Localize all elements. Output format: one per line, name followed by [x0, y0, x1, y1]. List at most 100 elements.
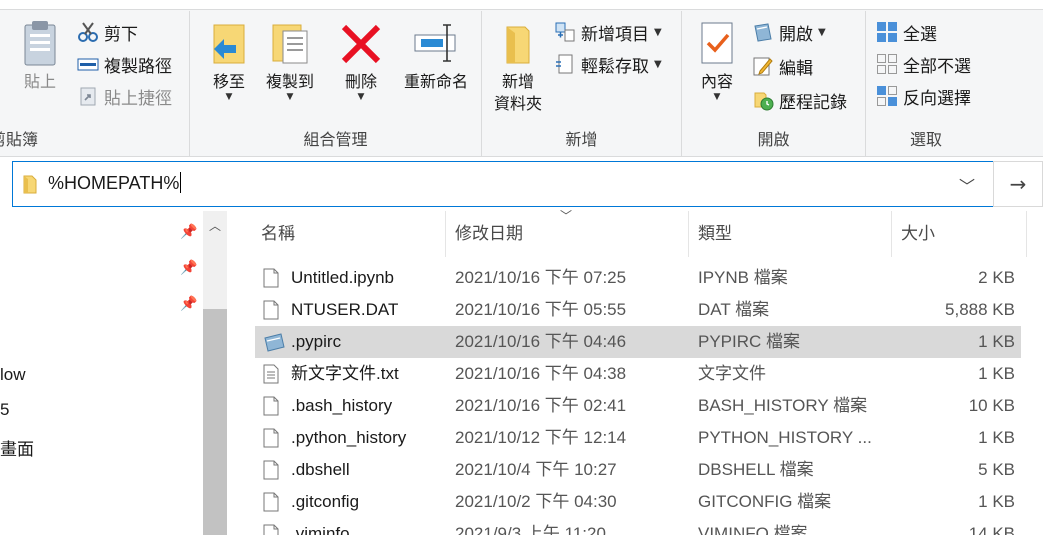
address-bar[interactable]: %HOMEPATH% ﹀ [12, 161, 993, 207]
file-icon [263, 492, 279, 512]
group-clipboard: 貼上 剪下 複製路徑 貼上捷徑 貼簿 [0, 11, 190, 156]
table-row[interactable]: .dbshell 2021/10/4 下午 10:27 DBSHELL 檔案 5 KB [255, 454, 1021, 486]
file-modified-date: 2021/10/4 下午 10:27 [455, 460, 617, 479]
file-modified-date: 2021/9/3 上午 11:20 [455, 524, 606, 535]
group-label-clipboard: 剪貼簿 [0, 130, 39, 149]
column-header-date[interactable]: 修改日期 [455, 211, 685, 257]
file-icon [263, 460, 279, 480]
go-button[interactable]: → [993, 161, 1043, 207]
table-row[interactable]: 新文字文件.txt 2021/10/16 下午 04:38 文字文件 1 KB [255, 358, 1021, 390]
column-header-type[interactable]: 類型 [698, 211, 888, 257]
copy-to-button[interactable]: 複製到 ▼ [260, 19, 320, 102]
copy-path-icon [77, 53, 99, 75]
invert-selection-button[interactable]: 反向選擇 [876, 83, 971, 109]
file-type: IPYNB 檔案 [698, 268, 788, 287]
file-icon [263, 524, 279, 535]
group-label-new: 新增 [565, 130, 598, 149]
open-label: 開啟 [779, 24, 813, 45]
column-separator[interactable] [688, 211, 689, 257]
file-modified-date: 2021/10/16 下午 07:25 [455, 268, 627, 287]
history-button[interactable]: 歷程記錄 [752, 87, 847, 113]
copy-path-button[interactable]: 複製路徑 [77, 51, 172, 77]
delete-button[interactable]: 刪除 ▼ [336, 19, 386, 102]
file-name: .dbshell [291, 460, 350, 479]
file-name: Untitled.ipynb [291, 268, 395, 287]
table-row[interactable]: .pypirc 2021/10/16 下午 04:46 PYPIRC 檔案 1 KB [255, 326, 1021, 358]
table-row[interactable]: .python_history 2021/10/12 下午 12:14 PYTHON… [255, 422, 1021, 454]
copy-to-dropdown-icon: ▼ [286, 92, 294, 102]
easy-access-button[interactable]: 輕鬆存取 ▼ [554, 51, 662, 77]
move-to-button[interactable]: 移至 ▼ [204, 19, 254, 102]
history-label: 歷程記錄 [779, 92, 847, 113]
select-all-button[interactable]: 全選 [876, 19, 937, 45]
new-folder-button[interactable]: 新增 資料夾 [488, 19, 548, 115]
file-name: 新文字文件.txt [291, 364, 399, 383]
pin-icon[interactable]: 📌 [180, 260, 197, 276]
file-type: PYPIRC 檔案 [698, 332, 801, 351]
chevron-up-icon[interactable]: ︿ [203, 217, 227, 234]
table-row[interactable]: .viminfo 2021/9/3 上午 11:20 VIMINFO 檔案 14 KB [255, 518, 1021, 535]
folder-icon [23, 175, 37, 194]
table-row[interactable]: .bash_history 2021/10/16 下午 02:41 BASH_HIS… [255, 390, 1021, 422]
new-item-label: 新增項目 [581, 24, 649, 45]
easy-access-label: 輕鬆存取 [581, 56, 649, 77]
select-all-icon [876, 21, 898, 43]
table-row[interactable]: Untitled.ipynb 2021/10/16 下午 07:25 IPYNB 檔… [255, 262, 1021, 294]
pin-icon[interactable]: 📌 [180, 296, 197, 312]
file-modified-date: 2021/10/12 下午 12:14 [455, 428, 627, 447]
column-separator[interactable] [1026, 211, 1027, 257]
group-label-organize: 組合管理 [303, 130, 368, 149]
chevron-down-icon[interactable]: ﹀ [959, 173, 975, 197]
column-separator[interactable] [445, 211, 446, 257]
nav-scrollbar-thumb[interactable] [203, 309, 227, 535]
address-path[interactable]: %HOMEPATH% [48, 172, 182, 194]
column-header-name[interactable]: 名稱 [261, 211, 441, 257]
group-label-open: 開啟 [757, 130, 790, 149]
file-size: 1 KB [978, 332, 1015, 351]
cut-label: 剪下 [104, 24, 138, 45]
nav-item[interactable]: 5 [0, 400, 9, 420]
select-none-button[interactable]: 全部不選 [876, 51, 971, 77]
file-modified-date: 2021/10/16 下午 04:38 [455, 364, 627, 383]
file-modified-date: 2021/10/16 下午 02:41 [455, 396, 627, 415]
properties-button[interactable]: 內容 ▼ [692, 19, 742, 102]
new-item-button[interactable]: 新增項目 ▼ [554, 19, 662, 45]
address-path-text: %HOMEPATH% [48, 173, 180, 193]
move-to-label: 移至 [212, 72, 245, 91]
rename-icon [413, 19, 459, 69]
paste-shortcut-button[interactable]: 貼上捷徑 [77, 83, 172, 109]
open-button[interactable]: 開啟 ▼ [752, 19, 826, 45]
edit-button[interactable]: 編輯 [752, 53, 813, 79]
rename-label: 重新命名 [403, 72, 468, 91]
file-icon [263, 396, 279, 416]
file-type: DBSHELL 檔案 [698, 460, 814, 479]
nav-item[interactable]: low [0, 365, 26, 385]
column-header-size[interactable]: 大小 [901, 211, 1021, 257]
delete-label: 刪除 [344, 72, 377, 91]
file-icon [263, 428, 279, 448]
move-to-icon [206, 19, 252, 69]
text-file-icon [263, 364, 279, 384]
navigation-pane: 📌 📌 📌 low 5 畫面 ︿ [0, 211, 230, 535]
pin-icon[interactable]: 📌 [180, 224, 197, 240]
nav-item[interactable]: 畫面 [0, 435, 34, 460]
select-none-icon [876, 53, 898, 75]
paste-shortcut-icon [77, 85, 99, 107]
file-icon [263, 300, 279, 320]
file-name: .pypirc [291, 332, 342, 351]
table-row[interactable]: .gitconfig 2021/10/2 下午 04:30 GITCONFIG 檔案… [255, 486, 1021, 518]
new-folder-label-1: 新增 [501, 72, 534, 91]
rename-button[interactable]: 重新命名 [396, 19, 476, 93]
open-dropdown-icon: ▼ [818, 26, 826, 38]
properties-check-icon [694, 19, 740, 69]
cut-button[interactable]: 剪下 [77, 19, 138, 45]
new-item-dropdown-icon: ▼ [654, 26, 662, 38]
table-row[interactable]: NTUSER.DAT 2021/10/16 下午 05:55 DAT 檔案 5,888… [255, 294, 1021, 326]
group-open: 內容 ▼ 開啟 ▼ 編輯 歷程記錄 開啟 [682, 11, 866, 156]
file-modified-date: 2021/10/2 下午 04:30 [455, 492, 617, 511]
paste-button[interactable]: 貼上 [12, 19, 68, 93]
column-separator[interactable] [891, 211, 892, 257]
copy-path-label: 複製路徑 [104, 56, 172, 77]
file-name: .bash_history [291, 396, 393, 415]
file-size: 14 KB [968, 524, 1015, 535]
